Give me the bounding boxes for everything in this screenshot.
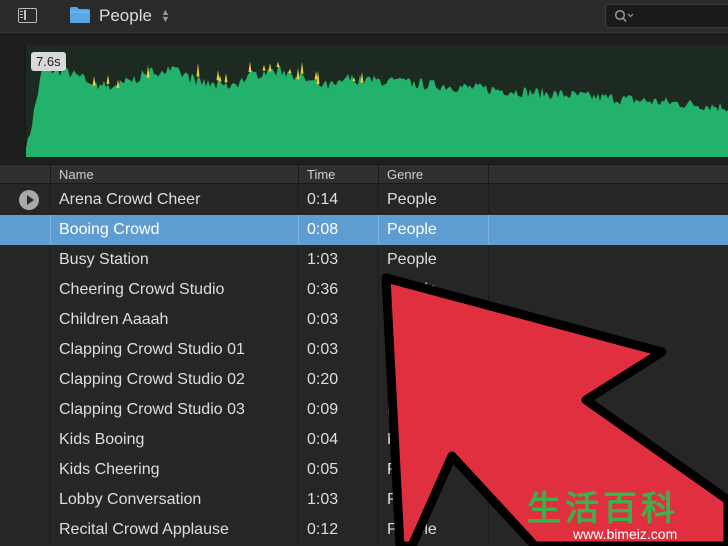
table-row[interactable]: Cheering Crowd Studio 0:36 People: [0, 275, 728, 305]
search-input[interactable]: [640, 7, 728, 27]
row-name: Clapping Crowd Studio 01: [50, 335, 298, 365]
table-row[interactable]: Children Aaaah 0:03 People: [0, 305, 728, 335]
row-time: 1:03: [298, 245, 378, 275]
row-extra: [488, 425, 728, 455]
row-time: 0:09: [298, 395, 378, 425]
row-name: Cheering Crowd Studio: [50, 275, 298, 305]
location-chevron-icon[interactable]: ▲ ▼: [161, 8, 170, 24]
play-cell[interactable]: [0, 245, 50, 275]
play-cell[interactable]: [0, 305, 50, 335]
row-extra: [488, 305, 728, 335]
row-name: Busy Station: [50, 245, 298, 275]
play-cell[interactable]: [0, 215, 50, 245]
play-cell[interactable]: [0, 455, 50, 485]
row-extra: [488, 395, 728, 425]
row-genre: People: [378, 215, 488, 245]
row-extra: [488, 275, 728, 305]
sidebar-toggle-icon[interactable]: [18, 8, 37, 23]
play-cell[interactable]: [0, 275, 50, 305]
row-genre: People: [378, 395, 488, 425]
row-time: 1:03: [298, 485, 378, 515]
row-extra: [488, 245, 728, 275]
column-header-name[interactable]: Name: [50, 165, 298, 184]
play-icon[interactable]: [19, 190, 39, 210]
waveform-area[interactable]: 7.6s: [0, 35, 728, 164]
table-row[interactable]: Arena Crowd Cheer 0:14 People: [0, 185, 728, 215]
play-cell[interactable]: [0, 335, 50, 365]
column-header-time[interactable]: Time: [298, 165, 378, 184]
row-extra: [488, 365, 728, 395]
table-row[interactable]: Kids Cheering 0:05 People: [0, 455, 728, 485]
row-genre: People: [378, 425, 488, 455]
row-extra: [488, 185, 728, 215]
table-row[interactable]: Clapping Crowd Studio 01 0:03 People: [0, 335, 728, 365]
row-time: 0:20: [298, 365, 378, 395]
watermark-text: 生活百科: [527, 490, 679, 528]
row-time: 0:03: [298, 305, 378, 335]
row-time: 0:12: [298, 515, 378, 545]
waveform-frame[interactable]: 7.6s: [24, 45, 728, 157]
row-name: Recital Crowd Applause: [50, 515, 298, 545]
table-row[interactable]: Clapping Crowd Studio 02 0:20 People: [0, 365, 728, 395]
row-genre: People: [378, 455, 488, 485]
sound-list: Name Time Genre Arena Crowd Cheer 0:14 P…: [0, 164, 728, 546]
row-time: 0:36: [298, 275, 378, 305]
row-time: 0:04: [298, 425, 378, 455]
row-genre: People: [378, 515, 488, 545]
row-time: 0:03: [298, 335, 378, 365]
row-name: Clapping Crowd Studio 02: [50, 365, 298, 395]
row-genre: People: [378, 335, 488, 365]
row-name: Kids Booing: [50, 425, 298, 455]
table-row[interactable]: Clapping Crowd Studio 03 0:09 People: [0, 395, 728, 425]
row-genre: People: [378, 275, 488, 305]
table-row-selected[interactable]: Booing Crowd 0:08 People: [0, 215, 728, 245]
watermark: 生活百科 www.bimeiz.com: [527, 490, 728, 546]
play-cell[interactable]: [0, 185, 50, 215]
search-box[interactable]: [605, 4, 728, 28]
table-row[interactable]: Busy Station 1:03 People: [0, 245, 728, 275]
row-time: 0:08: [298, 215, 378, 245]
row-name: Lobby Conversation: [50, 485, 298, 515]
row-extra: [488, 455, 728, 485]
row-genre: People: [378, 245, 488, 275]
waveform[interactable]: [26, 45, 728, 157]
row-time: 0:14: [298, 185, 378, 215]
row-extra: [488, 335, 728, 365]
play-cell[interactable]: [0, 395, 50, 425]
row-name: Clapping Crowd Studio 03: [50, 395, 298, 425]
row-genre: People: [378, 305, 488, 335]
column-header-genre[interactable]: Genre: [378, 165, 488, 184]
watermark-url: www.bimeiz.com: [573, 526, 678, 542]
duration-badge: 7.6s: [31, 52, 66, 71]
play-cell[interactable]: [0, 425, 50, 455]
column-header-empty: [488, 165, 728, 184]
toolbar: People ▲ ▼: [0, 0, 728, 35]
row-extra: [488, 215, 728, 245]
location-label[interactable]: People: [99, 6, 152, 26]
table-row[interactable]: Kids Booing 0:04 People: [0, 425, 728, 455]
play-cell[interactable]: [0, 485, 50, 515]
play-cell[interactable]: [0, 515, 50, 545]
row-genre: People: [378, 485, 488, 515]
row-name: Arena Crowd Cheer: [50, 185, 298, 215]
search-icon: [614, 9, 634, 22]
row-name: Booing Crowd: [50, 215, 298, 245]
row-name: Children Aaaah: [50, 305, 298, 335]
row-genre: People: [378, 185, 488, 215]
row-genre: People: [378, 365, 488, 395]
row-time: 0:05: [298, 455, 378, 485]
play-cell[interactable]: [0, 365, 50, 395]
row-name: Kids Cheering: [50, 455, 298, 485]
folder-icon: [70, 7, 90, 23]
list-header: Name Time Genre: [0, 164, 728, 184]
